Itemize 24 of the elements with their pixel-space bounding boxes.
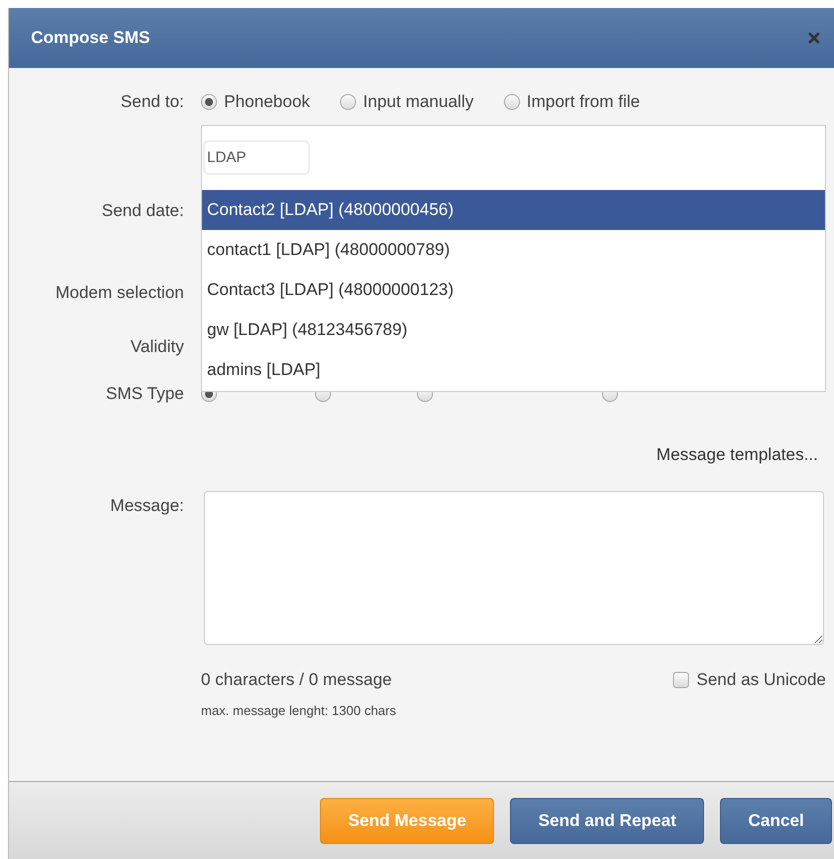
suggestion-item[interactable]: Contact2 [LDAP] (48000000456) (202, 190, 825, 230)
message-templates-link[interactable]: Message templates... (656, 442, 818, 468)
dialog-button[interactable]: Send and Repeat (510, 798, 704, 844)
radio-button[interactable] (201, 94, 217, 110)
radio-label[interactable]: Input manually (363, 89, 474, 115)
close-icon[interactable] (806, 30, 822, 46)
unicode-checkbox[interactable] (672, 672, 689, 688)
field-label: Send to: (120, 91, 184, 114)
radio-label[interactable]: Phonebook (224, 89, 310, 115)
field-label: Send date: (100, 200, 184, 222)
field-label: SMS Type (104, 383, 184, 406)
checkbox-label[interactable]: Send as Unicode (696, 667, 826, 693)
field-label: Message: (109, 495, 184, 517)
character-counter: 0 characters / 0 message (201, 669, 392, 692)
radio-button[interactable] (340, 94, 356, 110)
field-label: Modem selection (54, 282, 184, 304)
dialog-title: Compose SMS (31, 27, 150, 50)
recipient-search-field[interactable]: LDAP (203, 140, 310, 175)
field-label: Validity (129, 336, 184, 358)
radio-label[interactable]: Import from file (526, 89, 640, 115)
max-length-note: max. message lenght: 1300 chars (201, 702, 396, 720)
radio-button[interactable] (504, 94, 520, 110)
message-field[interactable] (204, 491, 824, 645)
dialog-button[interactable]: Cancel (720, 798, 832, 844)
